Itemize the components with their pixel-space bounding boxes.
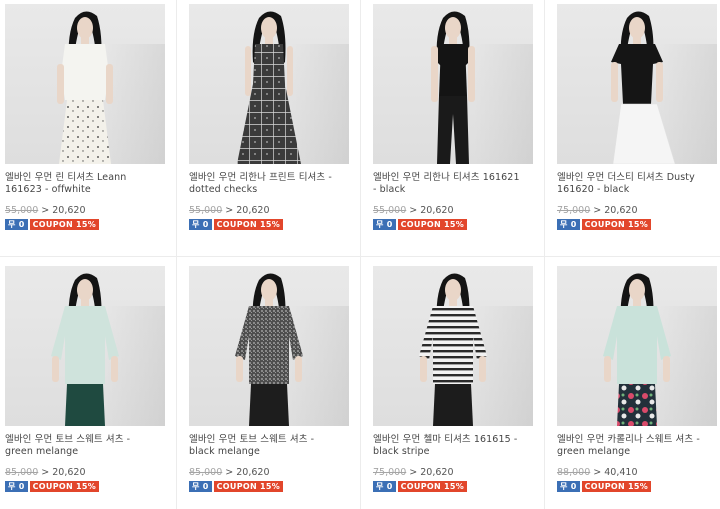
product-prices: 75,000 > 20,620 (373, 467, 533, 479)
product-name[interactable]: 엘바인 우먼 리한나 티셔츠 161621 - black (373, 172, 533, 196)
column-divider (544, 0, 545, 509)
coupon-badge: COUPON 15% (581, 219, 652, 230)
column-divider (176, 0, 177, 509)
original-price: 85,000 (189, 467, 223, 478)
original-price: 75,000 (373, 467, 407, 478)
product-card[interactable]: 엘바인 우먼 더스티 티셔츠 Dusty 161620 - black 75,00… (557, 4, 717, 231)
product-card[interactable]: 엘바인 우먼 토브 스웨트 셔츠 - black melange 85,000 >… (189, 266, 349, 493)
product-prices: 88,000 > 40,410 (557, 467, 717, 479)
product-name[interactable]: 엘바인 우먼 토브 스웨트 셔츠 - green melange (5, 434, 165, 458)
product-photo[interactable] (557, 266, 717, 426)
product-name[interactable]: 엘바인 우먼 토브 스웨트 셔츠 - black melange (189, 434, 349, 458)
product-photo[interactable] (189, 266, 349, 426)
product-photo[interactable] (5, 4, 165, 164)
product-badges: 무 0 COUPON 15% (373, 219, 533, 231)
product-name[interactable]: 엘바인 우먼 린 티셔츠 Leann 161623 - offwhite (5, 172, 165, 196)
original-price: 55,000 (189, 205, 223, 216)
model-figure-icon (431, 11, 475, 164)
product-photo[interactable] (373, 4, 533, 164)
sale-price: > 20,620 (41, 467, 86, 478)
sale-price: > 20,620 (409, 205, 454, 216)
free-shipping-badge: 무 0 (373, 481, 396, 492)
sale-price: > 20,620 (409, 467, 454, 478)
product-prices: 85,000 > 20,620 (5, 467, 165, 479)
product-name[interactable]: 엘바인 우먼 리한나 프린트 티셔츠 - dotted checks (189, 172, 349, 196)
coupon-badge: COUPON 15% (397, 219, 468, 230)
product-photo[interactable] (5, 266, 165, 426)
original-price: 55,000 (5, 205, 39, 216)
free-shipping-badge: 무 0 (5, 481, 28, 492)
product-badges: 무 0 COUPON 15% (557, 219, 717, 231)
product-badges: 무 0 COUPON 15% (373, 481, 533, 493)
product-badges: 무 0 COUPON 15% (189, 219, 349, 231)
model-figure-icon (51, 273, 119, 426)
free-shipping-badge: 무 0 (557, 481, 580, 492)
original-price: 55,000 (373, 205, 407, 216)
product-grid: 엘바인 우먼 린 티셔츠 Leann 161623 - offwhite 55,0… (0, 0, 720, 509)
product-photo[interactable] (189, 4, 349, 164)
product-card[interactable]: 엘바인 우먼 리한나 티셔츠 161621 - black 55,000 > 20… (373, 4, 533, 231)
free-shipping-badge: 무 0 (189, 219, 212, 230)
product-badges: 무 0 COUPON 15% (189, 481, 349, 493)
product-prices: 55,000 > 20,620 (373, 205, 533, 217)
model-figure-icon (603, 273, 671, 426)
model-figure-icon (237, 11, 301, 164)
coupon-badge: COUPON 15% (29, 219, 100, 230)
model-figure-icon (611, 11, 676, 164)
coupon-badge: COUPON 15% (397, 481, 468, 492)
model-figure-icon (235, 273, 303, 426)
sale-price: > 20,620 (41, 205, 86, 216)
coupon-badge: COUPON 15% (213, 481, 284, 492)
original-price: 85,000 (5, 467, 39, 478)
product-card[interactable]: 엘바인 우먼 린 티셔츠 Leann 161623 - offwhite 55,0… (5, 4, 165, 231)
product-card[interactable]: 엘바인 우먼 토브 스웨트 셔츠 - green melange 85,000 >… (5, 266, 165, 493)
free-shipping-badge: 무 0 (5, 219, 28, 230)
column-divider (360, 0, 361, 509)
product-prices: 75,000 > 20,620 (557, 205, 717, 217)
original-price: 88,000 (557, 467, 591, 478)
free-shipping-badge: 무 0 (189, 481, 212, 492)
product-card[interactable]: 엘바인 우먼 리한나 프린트 티셔츠 - dotted checks 55,000… (189, 4, 349, 231)
coupon-badge: COUPON 15% (581, 481, 652, 492)
coupon-badge: COUPON 15% (29, 481, 100, 492)
model-figure-icon (57, 11, 113, 164)
sale-price: > 20,620 (225, 467, 270, 478)
free-shipping-badge: 무 0 (373, 219, 396, 230)
product-prices: 55,000 > 20,620 (189, 205, 349, 217)
product-name[interactable]: 엘바인 우먼 더스티 티셔츠 Dusty 161620 - black (557, 172, 717, 196)
product-photo[interactable] (373, 266, 533, 426)
sale-price: > 20,620 (593, 205, 638, 216)
sale-price: > 20,620 (225, 205, 270, 216)
original-price: 75,000 (557, 205, 591, 216)
product-badges: 무 0 COUPON 15% (5, 481, 165, 493)
product-prices: 55,000 > 20,620 (5, 205, 165, 217)
product-card[interactable]: 엘바인 우먼 첼마 티셔츠 161615 - black stripe 75,00… (373, 266, 533, 493)
product-prices: 85,000 > 20,620 (189, 467, 349, 479)
product-name[interactable]: 엘바인 우먼 카롤리나 스웨트 셔츠 - green melange (557, 434, 717, 458)
product-badges: 무 0 COUPON 15% (5, 219, 165, 231)
product-photo[interactable] (557, 4, 717, 164)
free-shipping-badge: 무 0 (557, 219, 580, 230)
product-name[interactable]: 엘바인 우먼 첼마 티셔츠 161615 - black stripe (373, 434, 533, 458)
product-card[interactable]: 엘바인 우먼 카롤리나 스웨트 셔츠 - green melange 88,000… (557, 266, 717, 493)
sale-price: > 40,410 (593, 467, 638, 478)
model-figure-icon (419, 273, 487, 426)
row-divider (0, 256, 720, 257)
product-badges: 무 0 COUPON 15% (557, 481, 717, 493)
coupon-badge: COUPON 15% (213, 219, 284, 230)
